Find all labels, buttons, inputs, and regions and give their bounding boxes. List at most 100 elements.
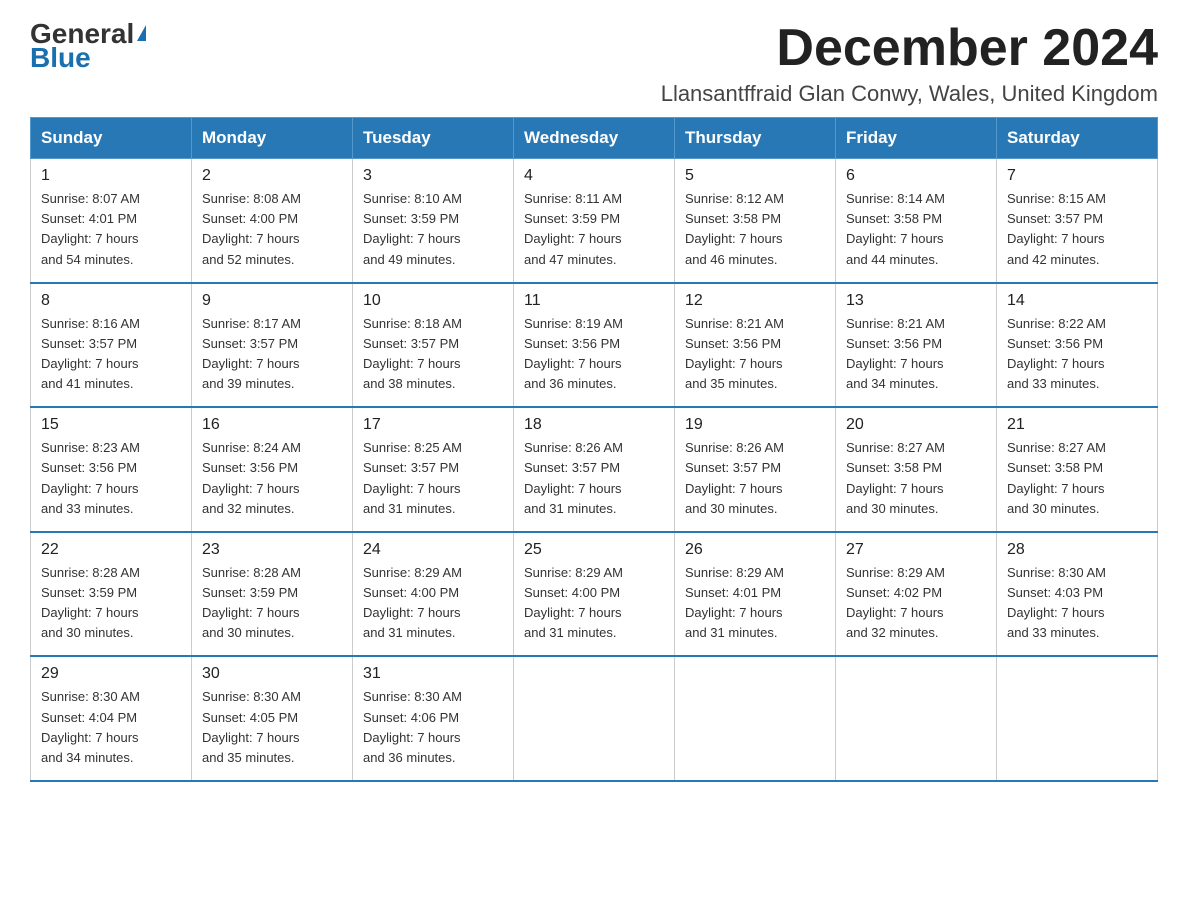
calendar-day-cell: 16Sunrise: 8:24 AMSunset: 3:56 PMDayligh… xyxy=(192,407,353,532)
calendar-day-cell: 21Sunrise: 8:27 AMSunset: 3:58 PMDayligh… xyxy=(997,407,1158,532)
day-number: 28 xyxy=(1007,541,1147,559)
calendar-day-cell: 10 Sunrise: 8:18 AMSunset: 3:57 PMDayligh… xyxy=(353,283,514,408)
day-info: Sunrise: 8:27 AMSunset: 3:58 PMDaylight:… xyxy=(846,438,986,519)
day-info: Sunrise: 8:29 AMSunset: 4:00 PMDaylight:… xyxy=(363,563,503,644)
day-number: 30 xyxy=(202,665,342,683)
day-number: 16 xyxy=(202,416,342,434)
calendar-day-cell: 9 Sunrise: 8:17 AMSunset: 3:57 PMDaylight… xyxy=(192,283,353,408)
calendar-day-cell: 20Sunrise: 8:27 AMSunset: 3:58 PMDayligh… xyxy=(836,407,997,532)
calendar-day-cell: 6 Sunrise: 8:14 AMSunset: 3:58 PMDaylight… xyxy=(836,159,997,283)
calendar-day-cell: 11Sunrise: 8:19 AMSunset: 3:56 PMDayligh… xyxy=(514,283,675,408)
day-number: 5 xyxy=(685,167,825,185)
day-number: 1 xyxy=(41,167,181,185)
day-number: 24 xyxy=(363,541,503,559)
day-number: 13 xyxy=(846,292,986,310)
calendar-day-cell: 26Sunrise: 8:29 AMSunset: 4:01 PMDayligh… xyxy=(675,532,836,657)
weekday-header-thursday: Thursday xyxy=(675,118,836,159)
calendar-day-cell: 5 Sunrise: 8:12 AMSunset: 3:58 PMDaylight… xyxy=(675,159,836,283)
calendar-day-cell: 8 Sunrise: 8:16 AMSunset: 3:57 PMDaylight… xyxy=(31,283,192,408)
logo-blue-text: Blue xyxy=(30,44,146,72)
weekday-header-row: SundayMondayTuesdayWednesdayThursdayFrid… xyxy=(31,118,1158,159)
calendar-day-cell: 2 Sunrise: 8:08 AMSunset: 4:00 PMDaylight… xyxy=(192,159,353,283)
day-number: 12 xyxy=(685,292,825,310)
day-info: Sunrise: 8:30 AMSunset: 4:03 PMDaylight:… xyxy=(1007,563,1147,644)
day-info: Sunrise: 8:08 AMSunset: 4:00 PMDaylight:… xyxy=(202,189,342,270)
day-number: 25 xyxy=(524,541,664,559)
calendar-day-cell: 24 Sunrise: 8:29 AMSunset: 4:00 PMDayligh… xyxy=(353,532,514,657)
calendar-empty-cell xyxy=(836,656,997,781)
title-area: December 2024 Llansantffraid Glan Conwy,… xyxy=(661,20,1158,107)
day-number: 19 xyxy=(685,416,825,434)
calendar-day-cell: 1 Sunrise: 8:07 AMSunset: 4:01 PMDaylight… xyxy=(31,159,192,283)
day-number: 7 xyxy=(1007,167,1147,185)
day-number: 8 xyxy=(41,292,181,310)
calendar-day-cell: 30Sunrise: 8:30 AMSunset: 4:05 PMDayligh… xyxy=(192,656,353,781)
calendar-day-cell: 15 Sunrise: 8:23 AMSunset: 3:56 PMDayligh… xyxy=(31,407,192,532)
calendar-day-cell: 17 Sunrise: 8:25 AMSunset: 3:57 PMDayligh… xyxy=(353,407,514,532)
day-info: Sunrise: 8:28 AMSunset: 3:59 PMDaylight:… xyxy=(202,563,342,644)
day-info: Sunrise: 8:16 AMSunset: 3:57 PMDaylight:… xyxy=(41,314,181,395)
day-number: 3 xyxy=(363,167,503,185)
day-info: Sunrise: 8:14 AMSunset: 3:58 PMDaylight:… xyxy=(846,189,986,270)
day-info: Sunrise: 8:26 AMSunset: 3:57 PMDaylight:… xyxy=(685,438,825,519)
calendar-day-cell: 14 Sunrise: 8:22 AMSunset: 3:56 PMDayligh… xyxy=(997,283,1158,408)
calendar-day-cell: 28 Sunrise: 8:30 AMSunset: 4:03 PMDayligh… xyxy=(997,532,1158,657)
day-number: 10 xyxy=(363,292,503,310)
calendar-week-row: 8 Sunrise: 8:16 AMSunset: 3:57 PMDaylight… xyxy=(31,283,1158,408)
calendar-empty-cell xyxy=(675,656,836,781)
day-number: 22 xyxy=(41,541,181,559)
weekday-header-monday: Monday xyxy=(192,118,353,159)
page-header: General Blue December 2024 Llansantffrai… xyxy=(30,20,1158,107)
day-info: Sunrise: 8:21 AMSunset: 3:56 PMDaylight:… xyxy=(685,314,825,395)
logo: General Blue xyxy=(30,20,146,72)
calendar-day-cell: 13 Sunrise: 8:21 AMSunset: 3:56 PMDayligh… xyxy=(836,283,997,408)
day-number: 11 xyxy=(524,292,664,310)
calendar-day-cell: 7 Sunrise: 8:15 AMSunset: 3:57 PMDaylight… xyxy=(997,159,1158,283)
calendar-day-cell: 27Sunrise: 8:29 AMSunset: 4:02 PMDayligh… xyxy=(836,532,997,657)
calendar-day-cell: 3 Sunrise: 8:10 AMSunset: 3:59 PMDaylight… xyxy=(353,159,514,283)
calendar-day-cell: 4 Sunrise: 8:11 AMSunset: 3:59 PMDaylight… xyxy=(514,159,675,283)
day-info: Sunrise: 8:10 AMSunset: 3:59 PMDaylight:… xyxy=(363,189,503,270)
day-number: 17 xyxy=(363,416,503,434)
day-info: Sunrise: 8:22 AMSunset: 3:56 PMDaylight:… xyxy=(1007,314,1147,395)
day-number: 18 xyxy=(524,416,664,434)
day-info: Sunrise: 8:30 AMSunset: 4:04 PMDaylight:… xyxy=(41,687,181,768)
day-info: Sunrise: 8:17 AMSunset: 3:57 PMDaylight:… xyxy=(202,314,342,395)
day-info: Sunrise: 8:21 AMSunset: 3:56 PMDaylight:… xyxy=(846,314,986,395)
location-title: Llansantffraid Glan Conwy, Wales, United… xyxy=(661,81,1158,107)
calendar-week-row: 1 Sunrise: 8:07 AMSunset: 4:01 PMDaylight… xyxy=(31,159,1158,283)
day-number: 14 xyxy=(1007,292,1147,310)
calendar-day-cell: 23 Sunrise: 8:28 AMSunset: 3:59 PMDayligh… xyxy=(192,532,353,657)
day-number: 31 xyxy=(363,665,503,683)
calendar-day-cell: 19 Sunrise: 8:26 AMSunset: 3:57 PMDayligh… xyxy=(675,407,836,532)
day-info: Sunrise: 8:12 AMSunset: 3:58 PMDaylight:… xyxy=(685,189,825,270)
day-info: Sunrise: 8:28 AMSunset: 3:59 PMDaylight:… xyxy=(41,563,181,644)
day-info: Sunrise: 8:18 AMSunset: 3:57 PMDaylight:… xyxy=(363,314,503,395)
day-info: Sunrise: 8:29 AMSunset: 4:02 PMDaylight:… xyxy=(846,563,986,644)
day-info: Sunrise: 8:23 AMSunset: 3:56 PMDaylight:… xyxy=(41,438,181,519)
day-number: 15 xyxy=(41,416,181,434)
day-info: Sunrise: 8:07 AMSunset: 4:01 PMDaylight:… xyxy=(41,189,181,270)
day-number: 9 xyxy=(202,292,342,310)
calendar-day-cell: 31Sunrise: 8:30 AMSunset: 4:06 PMDayligh… xyxy=(353,656,514,781)
day-number: 4 xyxy=(524,167,664,185)
calendar-day-cell: 29 Sunrise: 8:30 AMSunset: 4:04 PMDayligh… xyxy=(31,656,192,781)
calendar-day-cell: 22 Sunrise: 8:28 AMSunset: 3:59 PMDayligh… xyxy=(31,532,192,657)
calendar-day-cell: 18Sunrise: 8:26 AMSunset: 3:57 PMDayligh… xyxy=(514,407,675,532)
day-number: 29 xyxy=(41,665,181,683)
day-number: 23 xyxy=(202,541,342,559)
calendar-day-cell: 25Sunrise: 8:29 AMSunset: 4:00 PMDayligh… xyxy=(514,532,675,657)
weekday-header-friday: Friday xyxy=(836,118,997,159)
calendar-empty-cell xyxy=(514,656,675,781)
day-number: 6 xyxy=(846,167,986,185)
day-number: 2 xyxy=(202,167,342,185)
calendar-day-cell: 12 Sunrise: 8:21 AMSunset: 3:56 PMDayligh… xyxy=(675,283,836,408)
calendar-week-row: 29 Sunrise: 8:30 AMSunset: 4:04 PMDayligh… xyxy=(31,656,1158,781)
day-info: Sunrise: 8:15 AMSunset: 3:57 PMDaylight:… xyxy=(1007,189,1147,270)
day-info: Sunrise: 8:27 AMSunset: 3:58 PMDaylight:… xyxy=(1007,438,1147,519)
weekday-header-sunday: Sunday xyxy=(31,118,192,159)
calendar-week-row: 22 Sunrise: 8:28 AMSunset: 3:59 PMDayligh… xyxy=(31,532,1158,657)
day-info: Sunrise: 8:25 AMSunset: 3:57 PMDaylight:… xyxy=(363,438,503,519)
month-title: December 2024 xyxy=(661,20,1158,77)
day-info: Sunrise: 8:11 AMSunset: 3:59 PMDaylight:… xyxy=(524,189,664,270)
